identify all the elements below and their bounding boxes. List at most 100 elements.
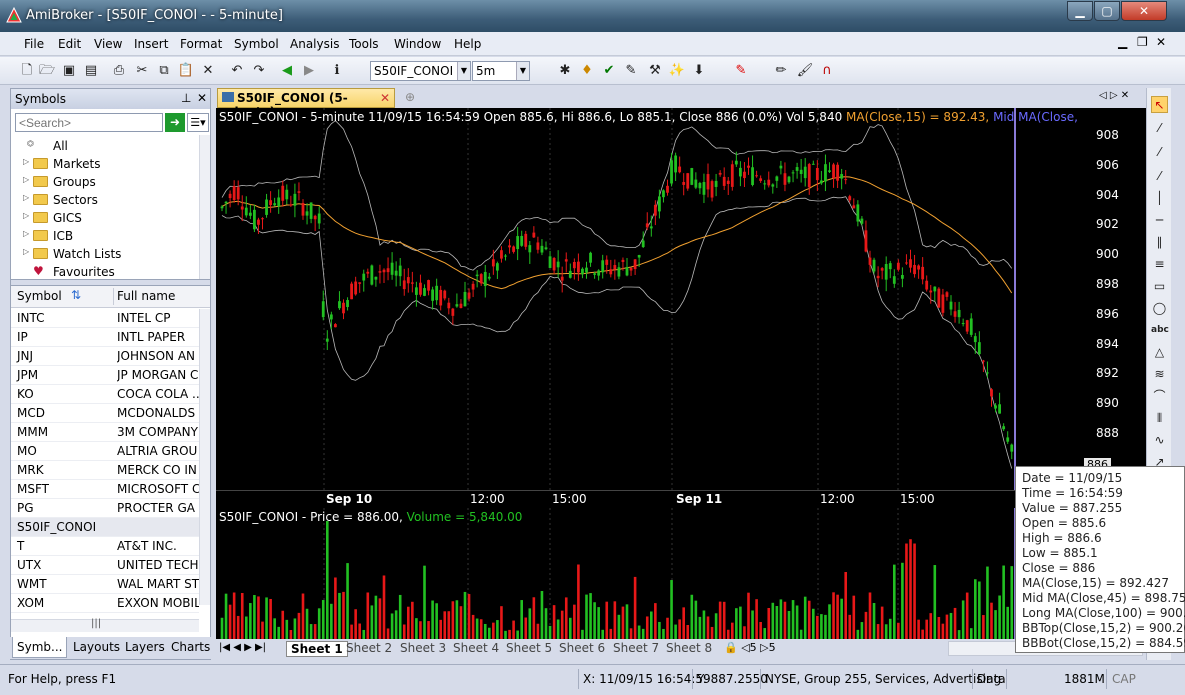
forward-icon[interactable]: ▶ — [300, 62, 318, 80]
back-icon[interactable]: ◀ — [278, 62, 296, 80]
zigzag-icon[interactable]: ≋ — [1151, 366, 1168, 383]
ellipse-icon[interactable]: ◯ — [1151, 300, 1168, 317]
expand-arrow-icon[interactable]: ▷ — [23, 175, 29, 184]
tab-sheet-8[interactable]: Sheet 8 — [666, 641, 712, 655]
redo-icon[interactable]: ↷ — [250, 62, 268, 80]
cycles-icon[interactable]: ⫴ — [1151, 410, 1168, 427]
table-row[interactable]: MMM 3M COMPANY — [11, 423, 199, 442]
menu-file[interactable]: File — [24, 37, 44, 51]
parallel-lines-icon[interactable]: ∥ — [1151, 234, 1168, 251]
expand-arrow-icon[interactable]: ▷ — [23, 229, 29, 238]
menu-window[interactable]: Window — [394, 37, 441, 51]
table-row[interactable]: JPM JP MORGAN C — [11, 366, 199, 385]
menu-tools[interactable]: Tools — [349, 37, 379, 51]
symbol-combo[interactable]: S50IF_CONOI ▼ — [370, 61, 471, 81]
pen-color-icon[interactable]: ✎ — [732, 62, 750, 80]
search-input[interactable] — [15, 113, 163, 132]
open-folder-icon[interactable]: 🗁 — [38, 62, 56, 80]
tab-scroll-icon[interactable]: ◁ ▷ ✕ — [1099, 90, 1129, 101]
draw-pencil-icon[interactable]: ✏ — [772, 62, 790, 80]
tree-item-gics[interactable]: ▷ GICS — [11, 209, 210, 227]
status-data[interactable]: Data — [977, 669, 1006, 689]
save-icon[interactable]: ▣ — [60, 62, 78, 80]
tool-hammer-icon[interactable]: ⚒ — [646, 62, 664, 80]
maximize-button[interactable]: ▢ — [1094, 1, 1120, 21]
undo-icon[interactable]: ↶ — [228, 62, 246, 80]
tab-sheet-6[interactable]: Sheet 6 — [559, 641, 605, 655]
tab-sheet-1[interactable]: Sheet 1 — [286, 641, 348, 657]
table-row[interactable]: XOM EXXON MOBIL — [11, 594, 199, 613]
list-hscrollbar[interactable]: ||| — [11, 618, 199, 632]
select-cursor-icon[interactable]: ↖ — [1151, 96, 1168, 113]
table-row[interactable]: PG PROCTER GA — [11, 499, 199, 518]
table-row[interactable]: IP INTL PAPER — [11, 328, 199, 347]
close-tab-icon[interactable]: ✕ — [380, 91, 390, 105]
table-row[interactable]: UTX UNITED TECH — [11, 556, 199, 575]
arc-icon[interactable]: ⌒ — [1151, 388, 1168, 405]
ray-icon[interactable]: ⁄ — [1151, 144, 1168, 161]
tab-sheet-3[interactable]: Sheet 3 — [400, 641, 446, 655]
rectangle-icon[interactable]: ▭ — [1151, 278, 1168, 295]
copy-icon[interactable]: ⧉ — [155, 62, 173, 80]
explore-icon[interactable]: ♦ — [578, 62, 596, 80]
table-row[interactable]: INTC INTEL CP — [11, 309, 199, 328]
table-row[interactable]: MRK MERCK CO IN — [11, 461, 199, 480]
tab-sheet-7[interactable]: Sheet 7 — [613, 641, 659, 655]
menu-symbol[interactable]: Symbol — [234, 37, 279, 51]
cut-icon[interactable]: ✂ — [133, 62, 151, 80]
table-row[interactable]: T AT&T INC. — [11, 537, 199, 556]
tree-scrollbar[interactable] — [199, 135, 210, 279]
tab-sheet-2[interactable]: Sheet 2 — [346, 641, 392, 655]
import-icon[interactable]: ⬇ — [690, 62, 708, 80]
table-row[interactable]: MO ALTRIA GROU — [11, 442, 199, 461]
tree-item-watch-lists[interactable]: ▷ Watch Lists — [11, 245, 210, 263]
formula-icon[interactable]: ✱ — [556, 62, 574, 80]
table-row[interactable]: S50IF_CONOI — [11, 518, 199, 537]
close-button[interactable]: ✕ — [1121, 1, 1167, 21]
tab-layers[interactable]: Layers — [125, 640, 165, 654]
list-scrollbar[interactable] — [199, 309, 210, 605]
volume-pane[interactable]: S50IF_CONOI - Price = 886.00, Volume = 5… — [216, 508, 1078, 639]
tab-sheet-5[interactable]: Sheet 5 — [506, 641, 552, 655]
sort-icon[interactable]: ⇅ — [71, 288, 81, 302]
info-icon[interactable]: ℹ — [328, 62, 346, 80]
tab-charts[interactable]: Charts — [171, 640, 210, 654]
column-full-name[interactable]: Full name — [117, 289, 175, 303]
print-icon[interactable]: ⎙ — [110, 62, 128, 80]
menu-format[interactable]: Format — [180, 37, 222, 51]
new-file-icon[interactable]: 🗋 — [18, 62, 36, 80]
close-panel-icon[interactable]: ✕ — [197, 91, 207, 105]
mdi-restore-icon[interactable]: ❐ — [1137, 35, 1148, 49]
tab-symbols[interactable]: Symb... — [12, 637, 68, 658]
wizard-icon[interactable]: ✨ — [668, 62, 686, 80]
lock-sheet-icon[interactable]: 🔒 ◁5 ▷5 — [724, 641, 776, 654]
menu-analysis[interactable]: Analysis — [290, 37, 339, 51]
tree-item-sectors[interactable]: ▷ Sectors — [11, 191, 210, 209]
expand-arrow-icon[interactable]: ▷ — [23, 247, 29, 256]
expand-arrow-icon[interactable]: ▷ — [23, 157, 29, 166]
expand-arrow-icon[interactable]: ▷ — [23, 193, 29, 202]
menu-help[interactable]: Help — [454, 37, 481, 51]
chevron-down-icon[interactable]: ▼ — [457, 62, 470, 80]
delete-icon[interactable]: ✕ — [199, 62, 217, 80]
tab-sheet-4[interactable]: Sheet 4 — [453, 641, 499, 655]
triangle-icon[interactable]: △ — [1151, 344, 1168, 361]
menu-insert[interactable]: Insert — [134, 37, 168, 51]
tree-item-all[interactable]: ⏣ All — [11, 137, 210, 155]
price-pane[interactable]: S50IF_CONOI - 5-minute 11/09/15 16:54:59… — [216, 108, 1158, 490]
expand-arrow-icon[interactable]: ▷ — [23, 211, 29, 220]
table-row[interactable]: KO COCA COLA .. — [11, 385, 199, 404]
pin-icon[interactable]: ⊥ — [181, 91, 191, 105]
freehand-icon[interactable]: ∿ — [1151, 432, 1168, 449]
minimize-button[interactable]: ▁ — [1067, 1, 1093, 21]
table-row[interactable]: JNJ JOHNSON AN — [11, 347, 199, 366]
trend-line-icon[interactable]: ⁄ — [1151, 120, 1168, 137]
text-icon[interactable]: abc — [1151, 322, 1169, 339]
extended-line-icon[interactable]: ⁄ — [1151, 168, 1168, 185]
tab-layouts[interactable]: Layouts — [73, 640, 120, 654]
vertical-line-icon[interactable]: │ — [1151, 190, 1168, 207]
tree-item-markets[interactable]: ▷ Markets — [11, 155, 210, 173]
table-row[interactable]: MSFT MICROSOFT C — [11, 480, 199, 499]
optimize-icon[interactable]: ✔ — [600, 62, 618, 80]
chart-doc-tab[interactable]: S50IF_CONOI (5-minute) ✕ — [217, 88, 395, 119]
